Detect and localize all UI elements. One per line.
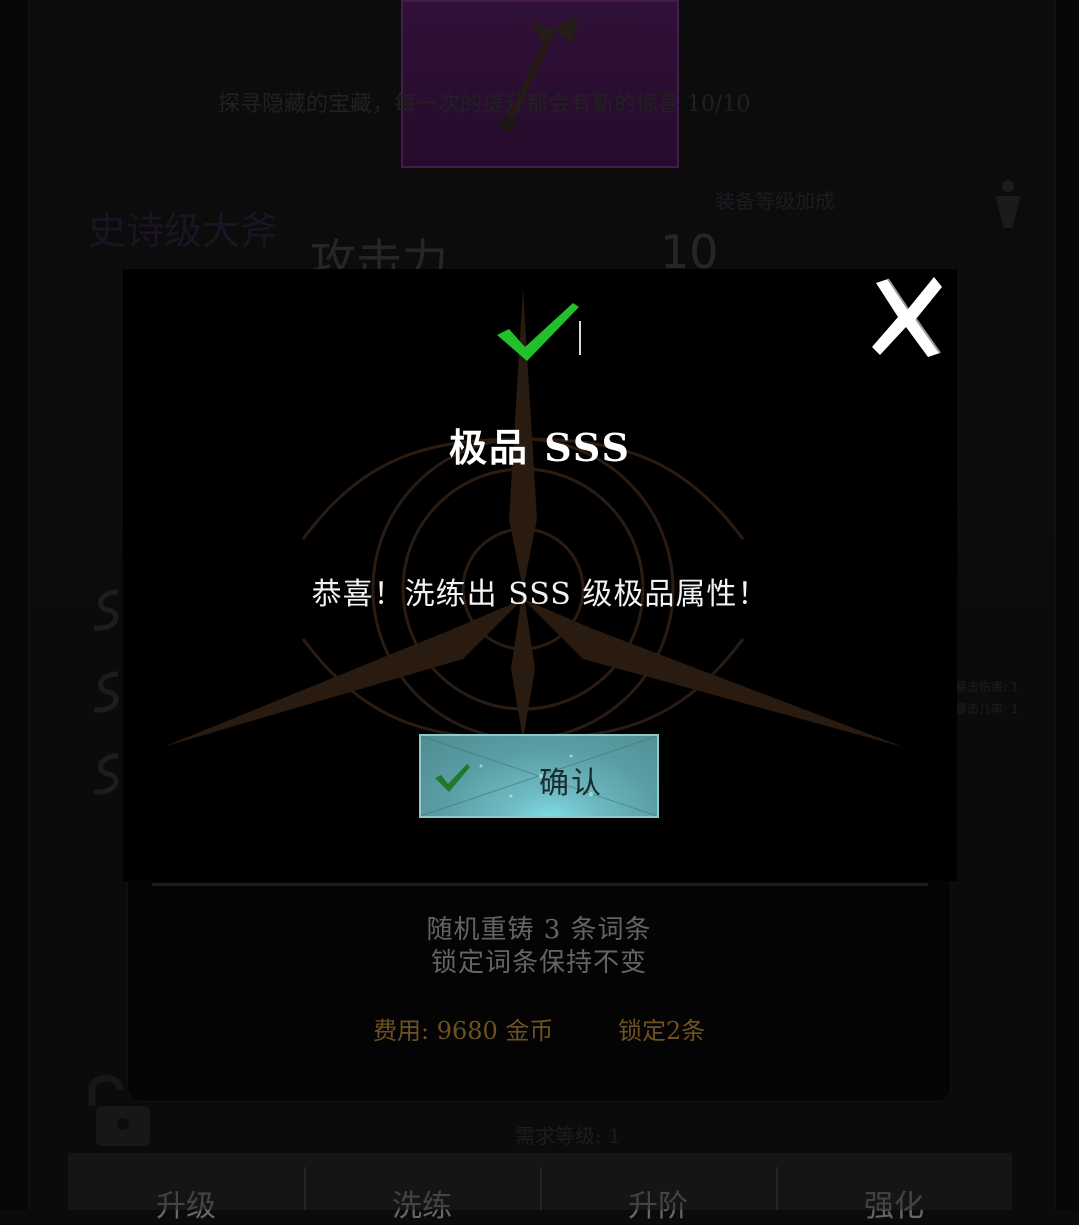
confirm-label: 确认: [539, 766, 603, 801]
dialog-title: 极品 SSS: [449, 425, 631, 470]
result-dialog: 极品 SSS 恭喜！洗练出 SSS 级极品属性！ 确认: [123, 269, 957, 881]
check-icon: [497, 303, 581, 361]
close-icon[interactable]: [868, 277, 946, 357]
confirm-button[interactable]: 确认: [419, 734, 659, 818]
dialog-message: 恭喜！洗练出 SSS 级极品属性！: [311, 577, 769, 612]
check-icon: [435, 764, 470, 792]
